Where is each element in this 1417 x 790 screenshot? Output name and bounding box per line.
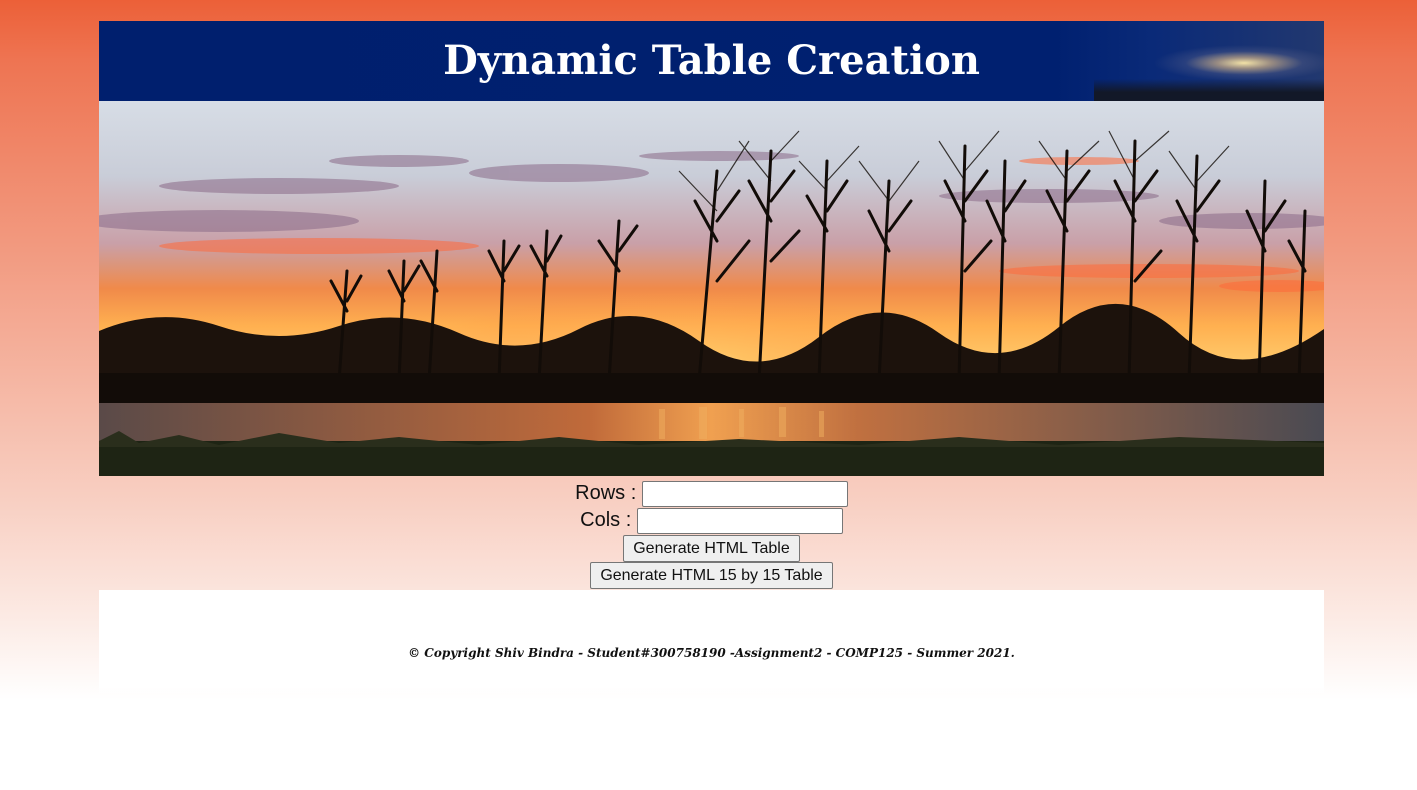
page-container: Dynamic Table Creation Rows: Cols: Gen… [99,21,1324,696]
rows-label: Rows : [575,482,637,504]
generate-15-by-15-table-button[interactable]: Generate HTML 15 by 15 Table [590,562,833,589]
cols-label: Cols : [580,509,632,531]
rows-row: Rows : [99,480,1324,507]
copyright-text: © Copyright Shiv Bindra - Student#300758… [408,646,1015,660]
footer: © Copyright Shiv Bindra - Student#300758… [99,590,1324,696]
hero-image [99,101,1324,476]
banner-horizon [1094,79,1324,101]
cols-row: Cols : [99,507,1324,534]
generate-table-button[interactable]: Generate HTML Table [623,535,800,562]
cols-input[interactable] [636,507,843,534]
rows-input[interactable] [641,480,848,507]
table-form: Rows : Cols : Generate HTML Table Genera… [99,480,1324,589]
footer-fade [99,686,1324,696]
header-banner: Dynamic Table Creation [99,21,1324,101]
